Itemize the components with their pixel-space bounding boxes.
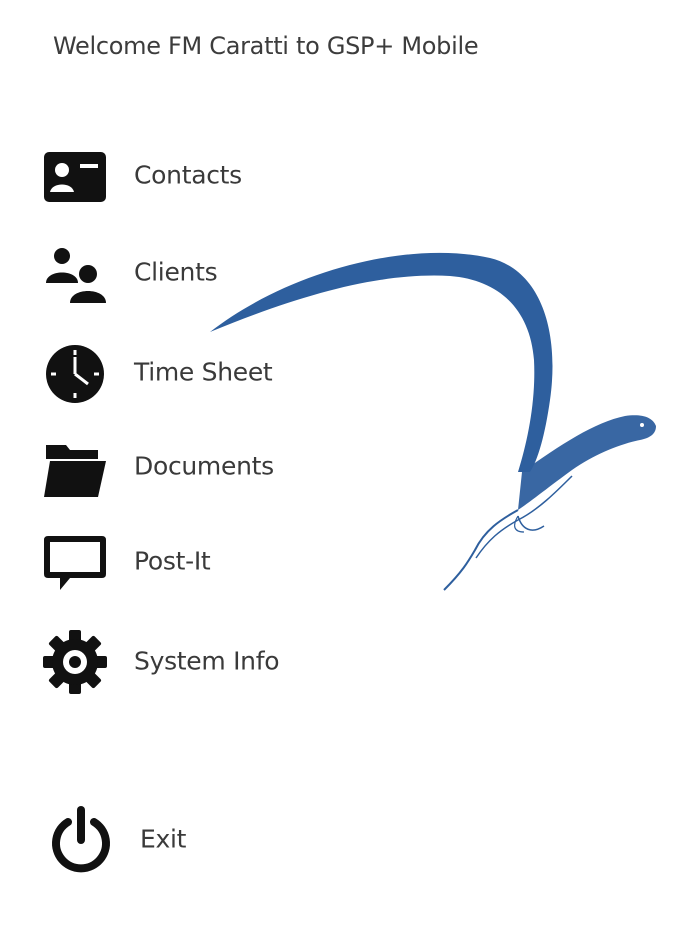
menu-item-system-info[interactable]: System Info bbox=[40, 626, 400, 696]
menu-item-contacts[interactable]: Contacts bbox=[40, 140, 400, 210]
menu-item-documents[interactable]: Documents bbox=[40, 431, 400, 501]
gear-icon bbox=[40, 626, 110, 696]
menu-item-post-it[interactable]: Post-It bbox=[40, 526, 400, 596]
menu-item-clients[interactable]: Clients bbox=[40, 237, 400, 307]
folder-open-icon bbox=[40, 431, 110, 501]
welcome-title: Welcome FM Caratti to GSP+ Mobile bbox=[53, 32, 479, 60]
contact-card-icon bbox=[40, 140, 110, 210]
menu-item-label: Contacts bbox=[134, 160, 242, 190]
menu-item-label: Time Sheet bbox=[134, 357, 273, 387]
power-icon bbox=[46, 804, 116, 874]
speech-bubble-icon bbox=[40, 526, 110, 596]
menu-item-label: Documents bbox=[134, 451, 274, 481]
menu-item-time-sheet[interactable]: Time Sheet bbox=[40, 337, 400, 407]
exit-button[interactable]: Exit bbox=[46, 804, 406, 874]
menu-item-label: Clients bbox=[134, 257, 218, 287]
menu-item-label: System Info bbox=[134, 646, 280, 676]
exit-label: Exit bbox=[140, 824, 187, 854]
users-icon bbox=[40, 237, 110, 307]
clock-icon bbox=[40, 337, 110, 407]
menu-item-label: Post-It bbox=[134, 546, 211, 576]
